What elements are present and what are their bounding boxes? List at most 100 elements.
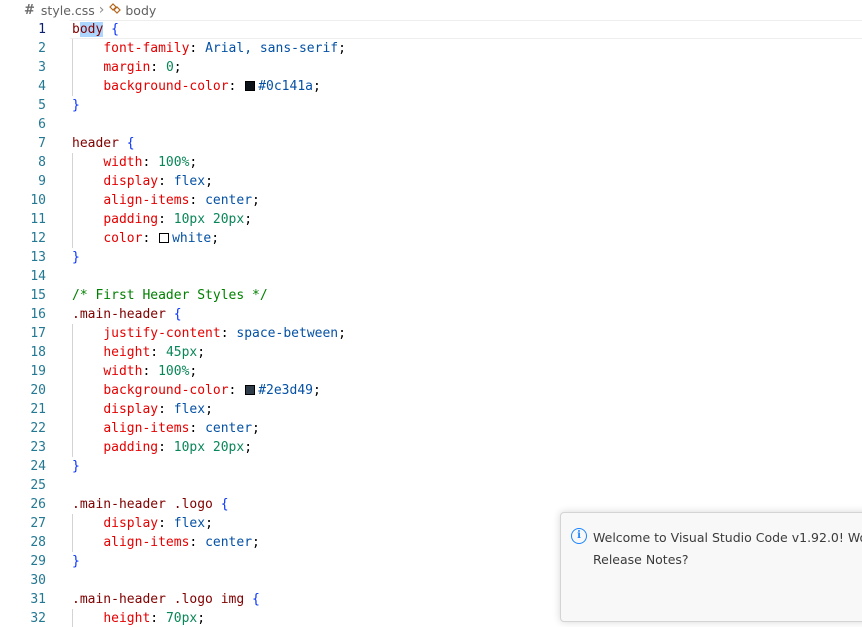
line-number: 28	[30, 535, 46, 550]
code-token: center	[205, 421, 253, 436]
code-token: :	[158, 516, 174, 531]
code-token: {	[252, 592, 260, 607]
code-token: Arial, sans-serif	[205, 41, 339, 56]
code-line[interactable]: 21 display: flex;	[0, 400, 862, 419]
code-token: white	[172, 231, 212, 246]
code-token: :	[189, 535, 206, 550]
code-token: {	[126, 136, 135, 151]
code-line[interactable]: 2 font-family: Arial, sans-serif;	[0, 39, 862, 58]
code-text: }	[72, 248, 80, 267]
code-token: ;	[189, 155, 198, 170]
code-text: display: flex;	[72, 400, 213, 419]
code-token: center	[205, 193, 253, 208]
code-line[interactable]: 18 height: 45px;	[0, 343, 862, 362]
line-number: 20	[30, 383, 46, 398]
line-number: 32	[30, 611, 46, 626]
color-swatch[interactable]	[159, 233, 170, 243]
code-line[interactable]: 14	[0, 267, 862, 286]
breadcrumb-file[interactable]: style.css	[41, 3, 95, 18]
code-token: ;	[252, 193, 260, 208]
code-text: }	[72, 552, 80, 571]
code-line[interactable]: 19 width: 100%;	[0, 362, 862, 381]
code-line[interactable]: 13}	[0, 248, 862, 267]
code-token: #0c141a	[258, 79, 313, 94]
code-line[interactable]: 11 padding: 10px 20px;	[0, 210, 862, 229]
line-number: 18	[30, 345, 46, 360]
line-number: 5	[38, 98, 46, 113]
code-token: :	[142, 155, 159, 170]
code-line[interactable]: 25	[0, 476, 862, 495]
code-line[interactable]: 16 .main-header {	[0, 305, 862, 324]
symbol-class-icon	[108, 2, 122, 18]
code-token: display	[103, 174, 159, 189]
color-swatch[interactable]	[245, 81, 256, 91]
code-line[interactable]: 3 margin: 0;	[0, 58, 862, 77]
code-token: :	[189, 41, 206, 56]
code-line[interactable]: 7 header {	[0, 134, 862, 153]
current-line-highlight	[70, 20, 862, 39]
line-number: 7	[38, 136, 46, 151]
code-token: space-between	[236, 326, 339, 341]
code-token: 100%	[158, 364, 190, 379]
code-token: }	[72, 554, 80, 569]
code-line[interactable]: 15 /* First Header Styles */	[0, 286, 862, 305]
code-line[interactable]: 1 body {	[0, 20, 862, 39]
code-text: background-color: #0c141a;	[72, 77, 321, 96]
code-text: margin: 0;	[72, 58, 182, 77]
code-text: width: 100%;	[72, 153, 197, 172]
code-line[interactable]: 8 width: 100%;	[0, 153, 862, 172]
notification-toast[interactable]: i Welcome to Visual Studio Code v1.92.0!…	[560, 512, 862, 622]
code-text: .main-header .logo img {	[72, 590, 260, 609]
line-number: 27	[30, 516, 46, 531]
code-line[interactable]: 6	[0, 115, 862, 134]
code-token: }	[72, 98, 80, 113]
code-line[interactable]: 10 align-items: center;	[0, 191, 862, 210]
code-token: :	[150, 611, 166, 626]
code-line[interactable]: 22 align-items: center;	[0, 419, 862, 438]
line-number: 1	[38, 22, 46, 37]
code-token: }	[72, 459, 80, 474]
notification-message-2: Release Notes?	[593, 552, 689, 567]
code-text: header {	[72, 134, 135, 153]
code-line[interactable]: 17 justify-content: space-between;	[0, 324, 862, 343]
line-number: 10	[30, 193, 46, 208]
code-line[interactable]: 4 background-color: #0c141a;	[0, 77, 862, 96]
color-swatch[interactable]	[245, 385, 256, 395]
code-text: height: 70px;	[72, 609, 205, 627]
code-token: :	[158, 212, 174, 227]
breadcrumb-symbol[interactable]: body	[125, 3, 156, 18]
code-token: ;	[338, 41, 346, 56]
line-number: 8	[38, 155, 46, 170]
line-number: 9	[38, 174, 46, 189]
code-token: .main-header .logo	[72, 497, 213, 512]
code-token: width	[103, 364, 143, 379]
code-line[interactable]: 9 display: flex;	[0, 172, 862, 191]
code-token: .main-header .logo img	[72, 592, 245, 607]
code-token: :	[158, 402, 174, 417]
code-token: ;	[189, 364, 198, 379]
line-number: 22	[30, 421, 46, 436]
code-line[interactable]: 5}	[0, 96, 862, 115]
code-token: :	[189, 421, 206, 436]
code-token: ;	[173, 60, 182, 75]
code-line[interactable]: 12 color: white;	[0, 229, 862, 248]
code-line[interactable]: 20 background-color: #2e3d49;	[0, 381, 862, 400]
line-number: 21	[30, 402, 46, 417]
code-token: flex	[173, 402, 206, 417]
code-text: font-family: Arial, sans-serif;	[72, 39, 346, 58]
line-number: 3	[38, 60, 46, 75]
code-line[interactable]: 24}	[0, 457, 862, 476]
code-line[interactable]: 23 padding: 10px 20px;	[0, 438, 862, 457]
code-token: ;	[205, 174, 213, 189]
code-token: :	[142, 231, 159, 246]
code-text: color: white;	[72, 229, 219, 248]
code-text: body {	[72, 20, 119, 39]
line-number: 26	[30, 497, 46, 512]
code-token: 45px	[165, 345, 198, 360]
code-token: ;	[252, 421, 260, 436]
